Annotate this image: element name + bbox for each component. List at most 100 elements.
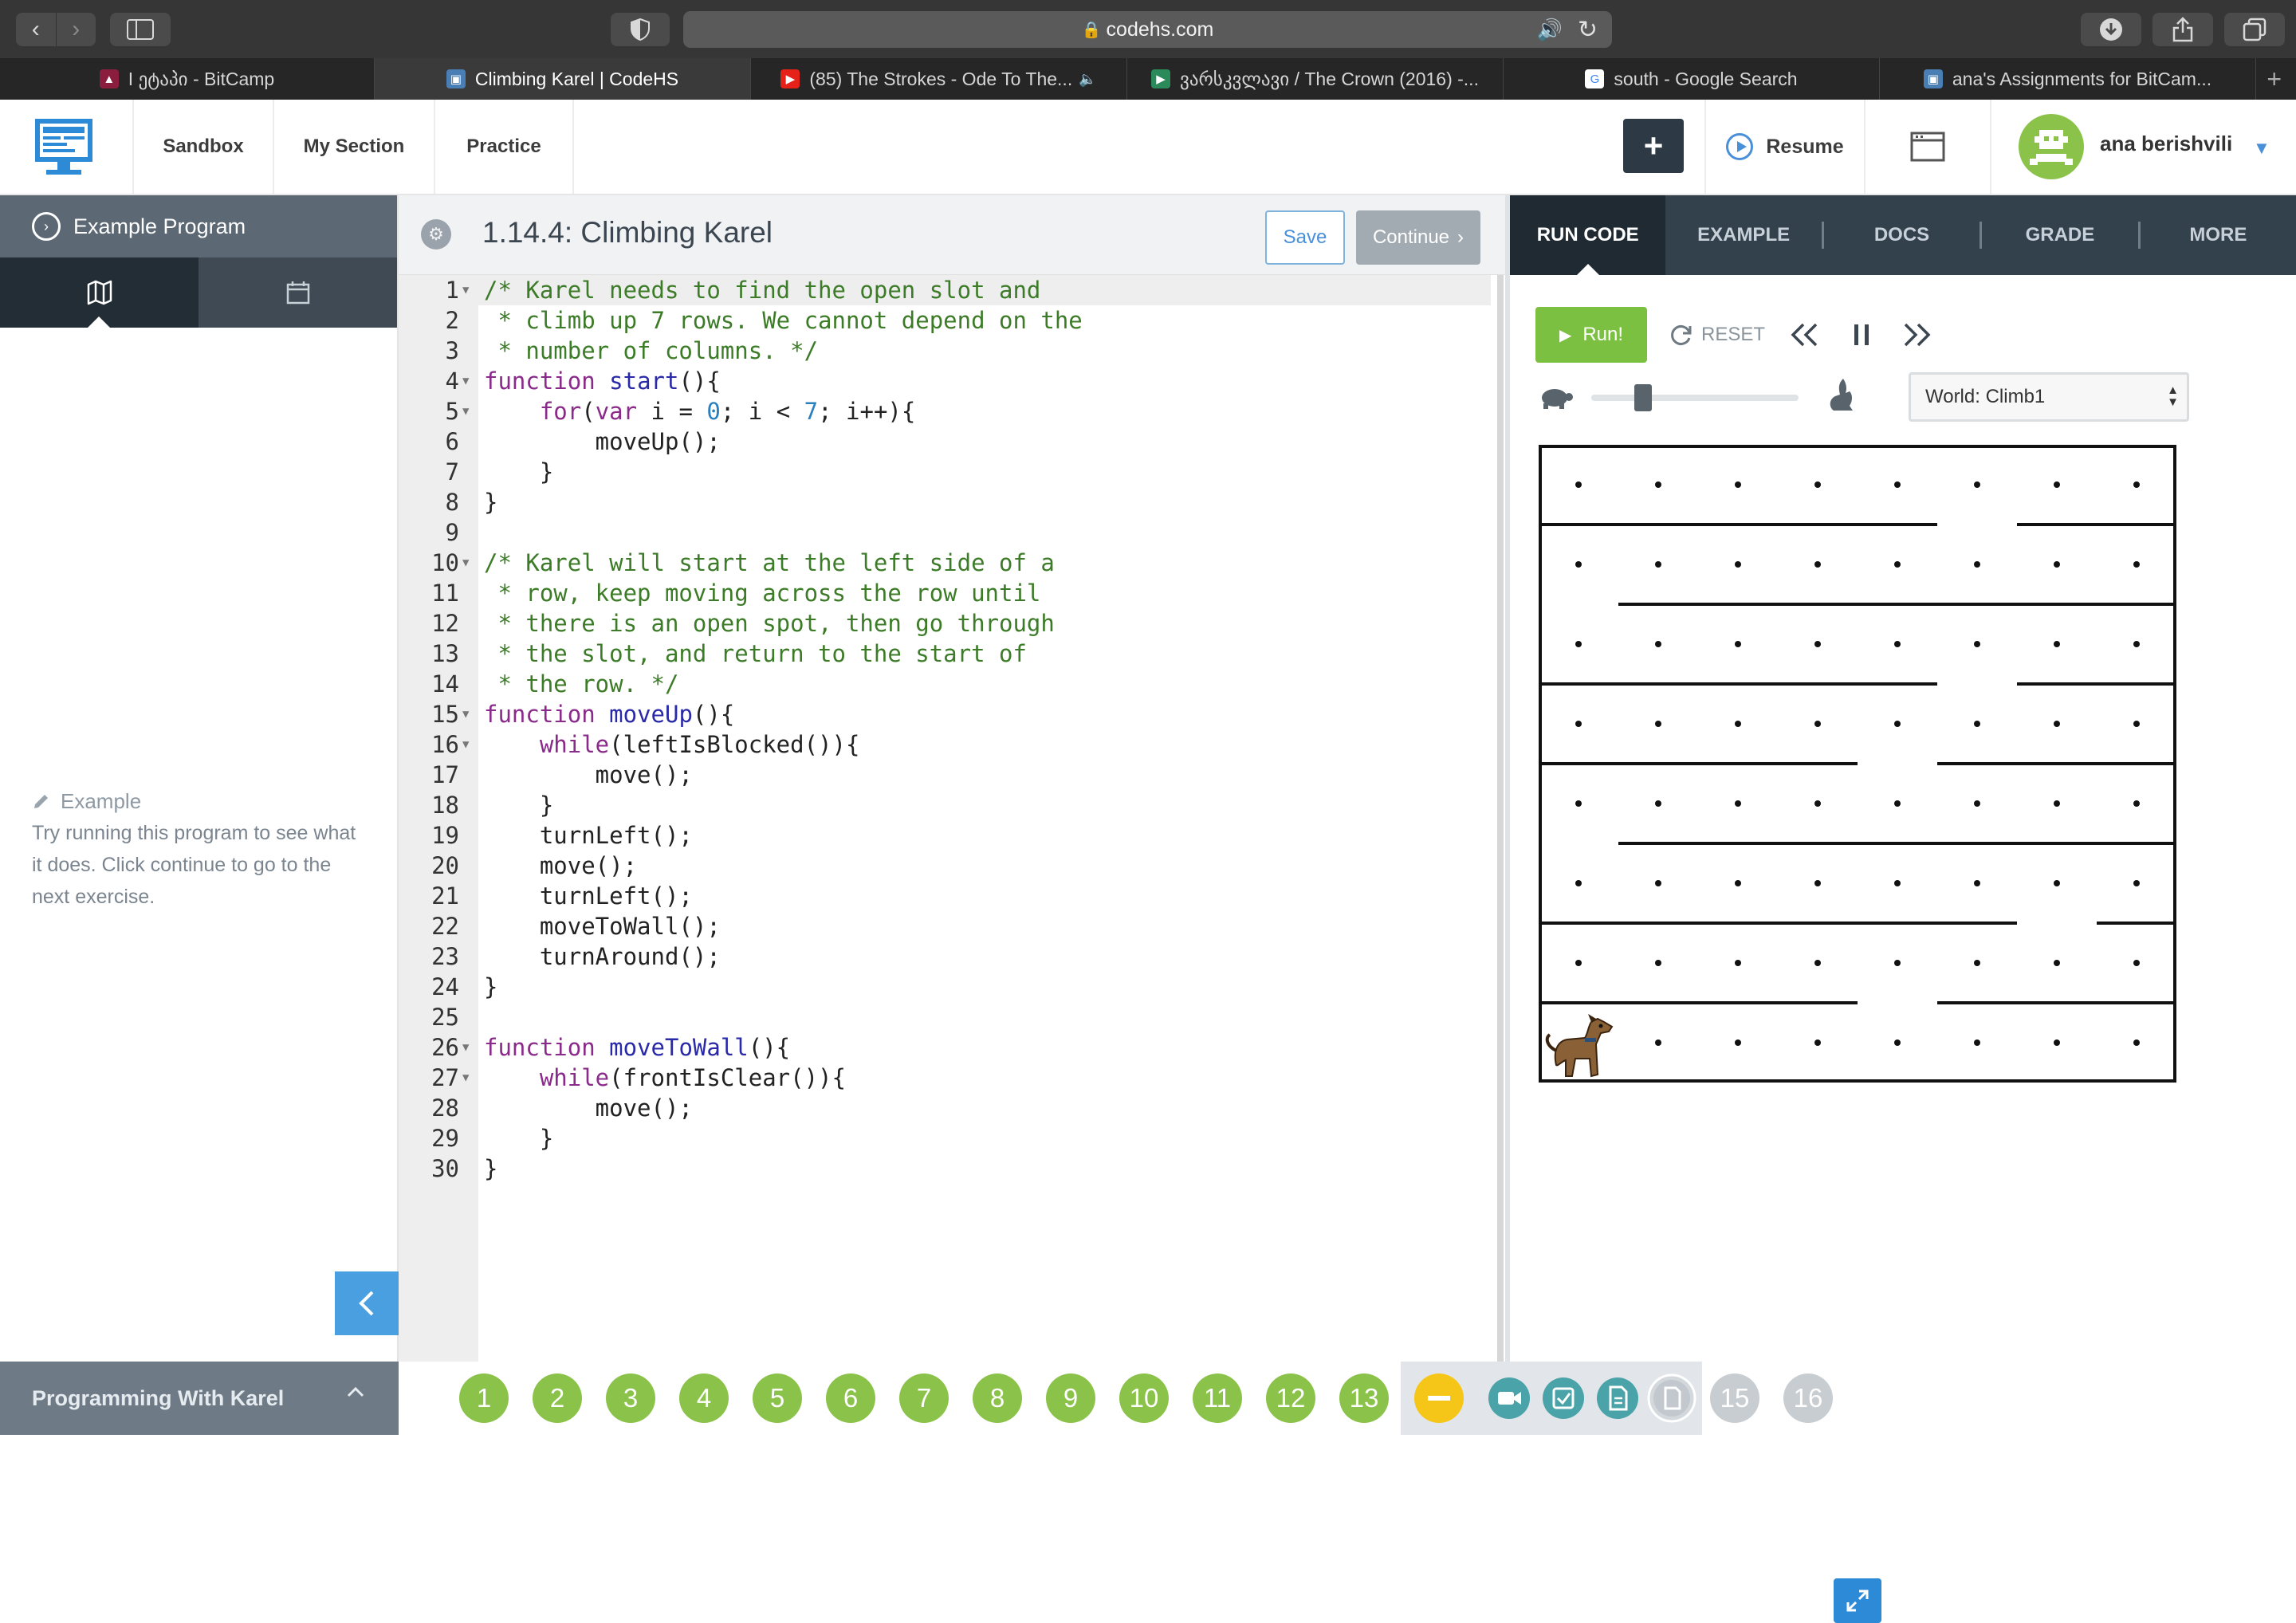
check-icon[interactable] bbox=[1543, 1377, 1584, 1419]
code-line[interactable]: 12 * there is an open spot, then go thro… bbox=[399, 608, 1491, 639]
section-header[interactable]: › Example Program bbox=[0, 195, 397, 257]
code-line[interactable]: 6 moveUp(); bbox=[399, 426, 1491, 457]
save-button[interactable]: Save bbox=[1265, 210, 1345, 265]
lesson-item-1[interactable]: 1 bbox=[459, 1373, 509, 1423]
code-line[interactable]: 1 ▼ /* Karel needs to find the open slot a… bbox=[399, 275, 1491, 305]
code-line[interactable]: 5 ▼ for(var i = 0; i < 7; i++){ bbox=[399, 396, 1491, 426]
code-line[interactable]: 25 bbox=[399, 1002, 1491, 1032]
sidebar-toggle-icon[interactable] bbox=[110, 13, 171, 46]
code-line[interactable]: 15 ▼ function moveUp(){ bbox=[399, 699, 1491, 729]
continue-button[interactable]: Continue › bbox=[1356, 210, 1480, 265]
browser-tab[interactable]: ▣ Climbing Karel | CodeHS bbox=[375, 58, 751, 100]
reload-icon[interactable]: ↻ bbox=[1578, 16, 1598, 44]
code-line[interactable]: 24} bbox=[399, 972, 1491, 1002]
code-line[interactable]: 16 ▼ while(leftIsBlocked()){ bbox=[399, 729, 1491, 760]
lesson-item-8[interactable]: 8 bbox=[973, 1373, 1022, 1423]
code-line[interactable]: 7 } bbox=[399, 457, 1491, 487]
code-line[interactable]: 9 bbox=[399, 517, 1491, 548]
step-forward-button[interactable] bbox=[1901, 307, 1932, 363]
tab-calendar[interactable] bbox=[199, 257, 397, 328]
fold-arrow-icon[interactable]: ▼ bbox=[462, 729, 469, 760]
lesson-item-9[interactable]: 9 bbox=[1046, 1373, 1095, 1423]
browser-window-icon[interactable] bbox=[1864, 100, 1991, 194]
lesson-item-5[interactable]: 5 bbox=[753, 1373, 802, 1423]
run-button[interactable]: ▶ Run! bbox=[1535, 307, 1647, 363]
fold-arrow-icon[interactable]: ▼ bbox=[462, 548, 469, 578]
code-line[interactable]: 13 * the slot, and return to the start o… bbox=[399, 639, 1491, 669]
tab-run-code[interactable]: RUN CODE bbox=[1510, 195, 1666, 275]
forward-icon[interactable]: › bbox=[55, 13, 96, 46]
code-line[interactable]: 2 * climb up 7 rows. We cannot depend on… bbox=[399, 305, 1491, 336]
code-line[interactable]: 3 * number of columns. */ bbox=[399, 336, 1491, 366]
pause-button[interactable] bbox=[1851, 307, 1872, 363]
step-back-button[interactable] bbox=[1789, 307, 1821, 363]
minus-icon[interactable] bbox=[1414, 1373, 1464, 1423]
code-line[interactable]: 23 turnAround(); bbox=[399, 941, 1491, 972]
nav-practice[interactable]: Practice bbox=[434, 100, 574, 194]
browser-tab[interactable]: ▣ ana's Assignments for BitCam... bbox=[1880, 58, 2256, 100]
lesson-item-16[interactable]: 16 bbox=[1783, 1373, 1833, 1423]
gear-icon[interactable]: ⚙ bbox=[421, 219, 451, 250]
lesson-item-15[interactable]: 15 bbox=[1710, 1373, 1759, 1423]
browser-tab[interactable]: Gsouth - Google Search bbox=[1504, 58, 1880, 100]
lesson-item-11[interactable]: 11 bbox=[1193, 1373, 1242, 1423]
lesson-item-6[interactable]: 6 bbox=[826, 1373, 875, 1423]
code-line[interactable]: 8} bbox=[399, 487, 1491, 517]
code-line[interactable]: 22 moveToWall(); bbox=[399, 911, 1491, 941]
code-line[interactable]: 14 * the row. */ bbox=[399, 669, 1491, 699]
nav-sandbox[interactable]: Sandbox bbox=[132, 100, 273, 194]
doc-icon[interactable] bbox=[1597, 1377, 1638, 1419]
privacy-shield-icon[interactable] bbox=[611, 13, 670, 46]
code-line[interactable]: 26 ▼ function moveToWall(){ bbox=[399, 1032, 1491, 1063]
code-line[interactable]: 19 turnLeft(); bbox=[399, 820, 1491, 851]
speed-slider-handle[interactable] bbox=[1634, 384, 1652, 411]
lesson-item-3[interactable]: 3 bbox=[606, 1373, 655, 1423]
browser-tab[interactable]: ▶ (85) The Strokes - Ode To The... 🔈 bbox=[751, 58, 1127, 100]
new-tab-icon[interactable]: + bbox=[2256, 58, 2296, 100]
code-line[interactable]: 29 } bbox=[399, 1123, 1491, 1153]
fold-arrow-icon[interactable]: ▼ bbox=[462, 1032, 469, 1063]
lesson-item-4[interactable]: 4 bbox=[679, 1373, 729, 1423]
lesson-item-2[interactable]: 2 bbox=[533, 1373, 582, 1423]
lesson-item-7[interactable]: 7 bbox=[899, 1373, 949, 1423]
course-selector[interactable]: Programming With Karel bbox=[0, 1362, 399, 1435]
lesson-item-10[interactable]: 10 bbox=[1119, 1373, 1169, 1423]
lesson-item-13[interactable]: 13 bbox=[1339, 1373, 1389, 1423]
user-name[interactable]: ana berishvili bbox=[2100, 132, 2232, 156]
resume-button[interactable]: Resume bbox=[1704, 100, 1864, 194]
speaker-icon[interactable]: 🔊 bbox=[1537, 18, 1563, 42]
world-select[interactable]: World: Climb1 ▲ ▼ bbox=[1909, 372, 2189, 422]
code-line[interactable]: 28 move(); bbox=[399, 1093, 1491, 1123]
code-line[interactable]: 18 } bbox=[399, 790, 1491, 820]
share-icon[interactable] bbox=[2152, 13, 2213, 46]
tab-grade[interactable]: GRADE bbox=[1982, 195, 2137, 275]
tab-map[interactable] bbox=[0, 257, 199, 328]
code-line[interactable]: 27 ▼ while(frontIsClear()){ bbox=[399, 1063, 1491, 1093]
speaker-icon[interactable]: 🔈 bbox=[1079, 71, 1096, 88]
fold-arrow-icon[interactable]: ▼ bbox=[462, 366, 469, 396]
fold-arrow-icon[interactable]: ▼ bbox=[462, 396, 469, 426]
code-line[interactable]: 4 ▼ function start(){ bbox=[399, 366, 1491, 396]
tab-more[interactable]: MORE bbox=[2141, 195, 2296, 275]
code-line[interactable]: 20 move(); bbox=[399, 851, 1491, 881]
speed-slider-track[interactable] bbox=[1591, 395, 1799, 401]
video-icon[interactable] bbox=[1488, 1377, 1530, 1419]
doc-current-icon[interactable] bbox=[1647, 1373, 1696, 1423]
browser-tab[interactable]: ▶ ვარსკვლავი / The Crown (2016) -... bbox=[1127, 58, 1504, 100]
code-line[interactable]: 10 ▼ /* Karel will start at the left side … bbox=[399, 548, 1491, 578]
fold-arrow-icon[interactable]: ▼ bbox=[462, 1063, 469, 1093]
expand-editor-button[interactable] bbox=[1834, 1578, 1881, 1623]
code-line[interactable]: 30} bbox=[399, 1153, 1491, 1184]
browser-tab[interactable]: ▲ I ეტაპი - BitCamp bbox=[0, 58, 375, 100]
fold-arrow-icon[interactable]: ▼ bbox=[462, 275, 469, 305]
avatar[interactable] bbox=[2019, 114, 2084, 179]
tabs-overview-icon[interactable] bbox=[2224, 13, 2285, 46]
code-editor[interactable]: 1 ▼/* Karel needs to find the open slot a… bbox=[399, 275, 1881, 1623]
lesson-item-12[interactable]: 12 bbox=[1266, 1373, 1315, 1423]
editor-scrollbar[interactable] bbox=[1497, 275, 1504, 1362]
address-bar[interactable]: 🔒 codehs.com 🔊 ↻ bbox=[683, 11, 1612, 48]
download-icon[interactable] bbox=[2081, 13, 2141, 46]
chevron-down-icon[interactable]: ▼ bbox=[2253, 138, 2270, 159]
codehs-logo-icon[interactable] bbox=[32, 116, 96, 179]
create-button[interactable]: + bbox=[1623, 119, 1684, 173]
